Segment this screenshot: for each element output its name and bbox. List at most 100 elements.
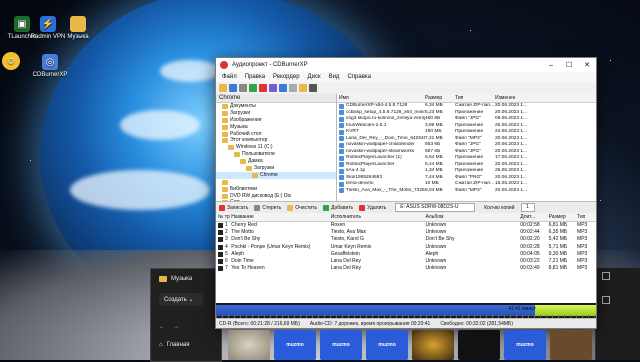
tree-node-label: Пользователи [242,151,275,158]
col-artist[interactable]: Исполнитель [331,213,426,221]
tree-node[interactable]: Рабочий стол [216,131,336,138]
minimize-button[interactable]: – [542,58,560,72]
track-row[interactable]: 1 Cherry Red Roxen Unknown 00:02:58 6,81 МБ MP… [216,222,596,229]
drive-select[interactable]: E: ASUS SDRW-08D2S-U [395,203,476,212]
track-number: 5 [216,251,231,258]
menu-help[interactable]: Справка [343,74,375,80]
nav-home[interactable]: Главная [167,342,190,348]
tree-node[interactable]: DVD RW дисковод (E:) Dis [216,193,336,200]
menu-recorder[interactable]: Рекордер [269,74,303,80]
disc-icon[interactable] [269,84,277,92]
track-row[interactable]: 7 Yes To Heaven Lana Del Rey Unknown 00:03:4… [216,265,596,272]
delete-button[interactable]: Удалить [356,204,389,211]
col-album[interactable]: Альбом [425,213,520,221]
home-icon: ⌂ [159,342,163,348]
new-button[interactable]: Создать ⌄ [159,293,203,306]
menu-disc[interactable]: Диск [304,74,325,80]
tree-node[interactable]: Изображения [216,117,336,124]
tree-node[interactable]: Документы [216,103,336,110]
track-list[interactable]: № тр Название Исполнитель Альбом Длит...… [216,213,596,317]
tree-node[interactable]: Дамка [216,158,336,165]
track-duration: 00:02:20 [520,236,540,243]
tree-node-label: Музыка [230,123,248,130]
add-button[interactable]: Добавить [320,204,356,211]
thumbnail-muzmo-1[interactable]: muzmo [274,330,316,360]
col-type[interactable]: Тип [455,94,495,102]
col-track-number[interactable]: № тр [216,213,231,221]
col-title[interactable]: Название [231,213,330,221]
tree-node[interactable]: Загрузки [216,165,336,172]
audio-track-icon [218,259,223,265]
folder-icon [234,152,240,158]
track-row[interactable]: 5 Aleph Gesaffelstein Aleph 00:04:05 9,30 МБ M… [216,251,596,258]
track-title: Cherry Red [231,222,257,228]
delete-icon[interactable] [259,84,267,92]
copies-input[interactable]: 1 [520,203,535,212]
disc-capacity-meter: 47:41 минут [216,303,596,318]
thumbnail-dark[interactable] [458,330,500,360]
back-icon[interactable]: ← [159,324,165,330]
erase-button[interactable]: Стереть [251,204,284,211]
folder-icon [222,117,228,123]
tree-node[interactable] [216,179,336,186]
tree-node[interactable]: Windows 11 (C:) [216,144,336,151]
desktop-icon-music[interactable]: Музыка [58,16,98,40]
cdburnerxp-window[interactable]: Аудиопроект - CDBurnerXP – ☐ ✕ Файл Прав… [215,57,597,329]
file-row[interactable]: Tiesto_Ava_Max_-_The_Motto_732659638,04 … [337,188,596,195]
col-type[interactable]: Тип [577,213,596,221]
burn-icon[interactable] [279,84,287,92]
tree-node[interactable]: Загрузки [216,110,336,117]
col-size[interactable]: Размер [425,94,455,102]
desktop-icon-cdburnerxp[interactable]: ◎ CDBurnerXP [30,54,70,78]
thumbnail-muzmo-4[interactable]: muzmo [504,330,546,360]
track-row[interactable]: 4 Pochki - Ponpe (Umar Keyn Remix) Umar Ke… [216,244,596,251]
help-icon[interactable] [309,84,317,92]
x-icon [359,204,366,211]
track-row[interactable]: 6 Doin Time Lana Del Rey Unknown 00:03:22 7,2… [216,258,596,265]
track-type: MP3 [577,250,588,257]
open-folder-icon[interactable] [219,84,227,92]
folder-icon [240,159,246,165]
tree-node[interactable]: Пользователи [216,151,336,158]
save-icon[interactable] [229,84,237,92]
track-album: Don't Be Shy [425,236,455,243]
properties-icon[interactable] [299,84,307,92]
close-button[interactable]: ✕ [578,58,596,72]
track-duration: 00:04:05 [520,250,540,257]
menu-file[interactable]: Файл [218,74,241,80]
menu-edit[interactable]: Правка [241,74,269,80]
col-name[interactable]: Имя [337,94,425,102]
thumbnail-art[interactable] [412,330,454,360]
explorer-window[interactable]: Музыка Создать ⌄ ← → ⌂ Главная [150,268,222,362]
tree-node[interactable]: Библиотеки [216,186,336,193]
thumbnail-disc[interactable] [228,330,270,360]
tree-node[interactable]: Chrome [216,171,336,179]
forward-icon[interactable]: → [173,324,179,330]
folder-icon [222,103,228,109]
track-title: Doin Time [231,257,254,264]
folder-tree[interactable]: Chrome Документы Загрузки Изображения Музык… [216,94,337,205]
col-size[interactable]: Размер [549,213,577,221]
tree-node[interactable]: Этот компьютер [216,137,336,144]
maximize-button[interactable]: ☐ [560,58,578,72]
col-modified[interactable]: Изменен [495,94,550,102]
col-duration[interactable]: Длит... [520,213,548,221]
clear-button[interactable]: Очистить [284,204,320,211]
desktop-icon-avatar[interactable]: ☺ [0,52,22,72]
track-row[interactable]: 2 The Motto Tiesto, Ava Max Unknown 00:02:44… [216,229,596,236]
menu-view[interactable]: Вид [325,74,344,80]
tree-node[interactable]: Музыка [216,124,336,131]
thumbnail-photo[interactable] [550,330,592,360]
track-album: Unknown [425,257,447,264]
thumbnail-muzmo-2[interactable]: muzmo [320,330,362,360]
record-button[interactable]: Записать [216,204,251,211]
file-icon [339,142,344,148]
file-list[interactable]: Имя Размер Тип Изменен CDBurnerXP-x64-4.… [337,94,596,201]
view-icon[interactable] [289,84,297,92]
print-icon[interactable] [239,84,247,92]
track-row[interactable]: 3 Don't Be Shy Tiesto, Karol G Don't Be Shy… [216,236,596,243]
track-title: Don't Be Shy [231,236,261,243]
thumbnail-muzmo-3[interactable]: muzmo [366,330,408,360]
add-icon[interactable] [249,84,257,92]
track-album: Unknown [425,243,447,250]
